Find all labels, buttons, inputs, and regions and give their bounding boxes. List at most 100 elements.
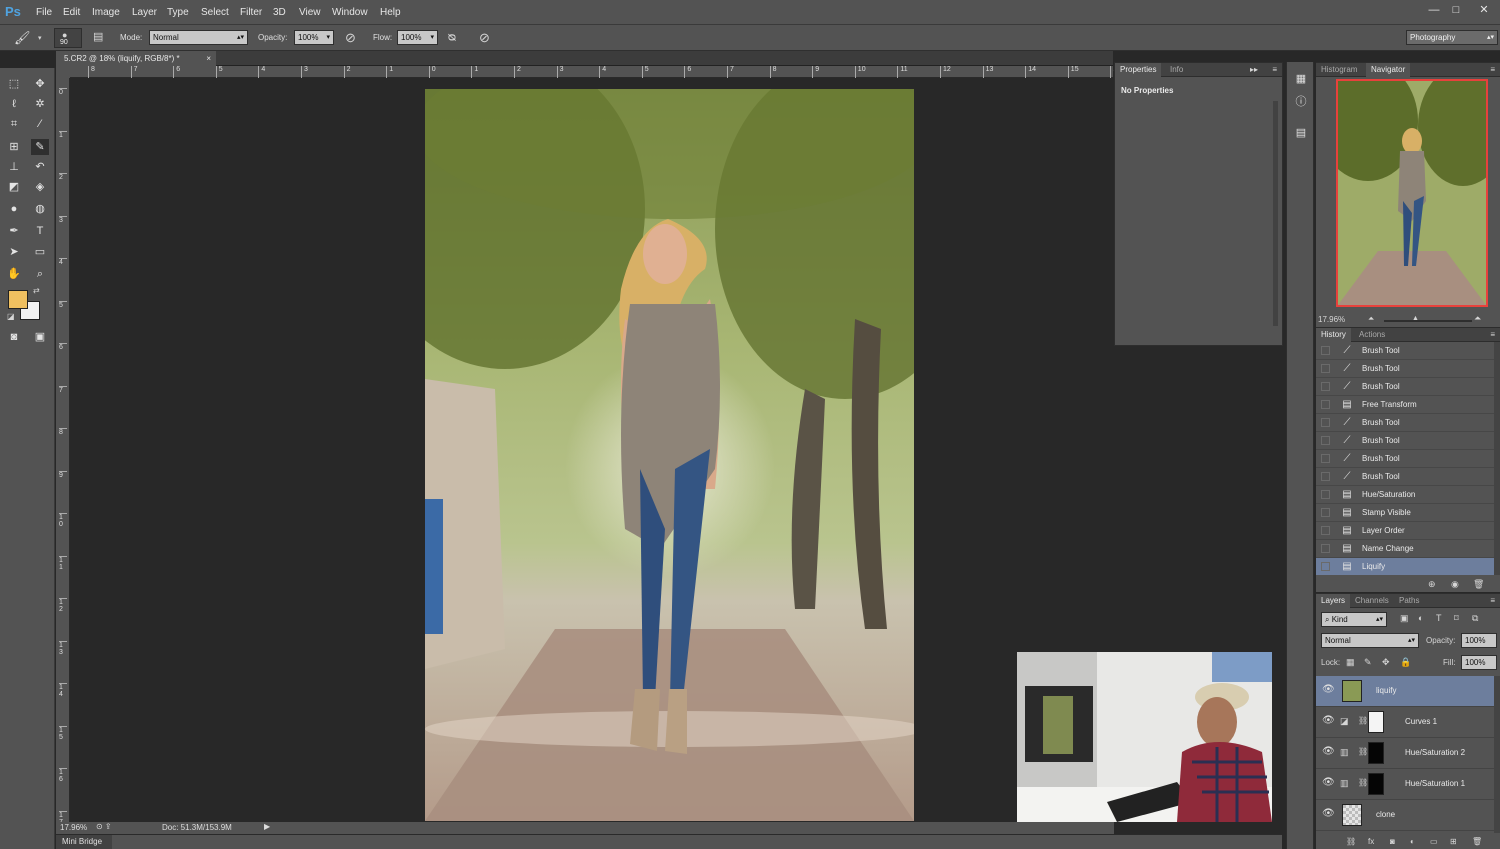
fill-input[interactable]: 100% bbox=[1461, 655, 1497, 670]
link-icon[interactable]: ⛓ bbox=[1358, 747, 1368, 756]
collapse-panel-icon[interactable]: ▸▸ bbox=[1250, 65, 1258, 74]
layer-row-selected[interactable]: 👁 liquify bbox=[1316, 676, 1494, 707]
history-item[interactable]: ⟋ Brush Tool bbox=[1316, 432, 1494, 450]
history-item[interactable]: ⟋ Brush Tool bbox=[1316, 378, 1494, 396]
crop-tool-icon[interactable]: ⌗ bbox=[5, 116, 23, 132]
history-source-checkbox[interactable] bbox=[1321, 418, 1330, 427]
tab-info[interactable]: Info bbox=[1165, 63, 1188, 77]
history-item[interactable]: ▤ Stamp Visible bbox=[1316, 504, 1494, 522]
layer-filter-select[interactable]: ⌕ Kind ▴▾ bbox=[1321, 612, 1387, 627]
horizontal-ruler[interactable]: 87654321012345678910111213141516 bbox=[70, 66, 1121, 78]
mode-select[interactable]: Normal ▴▾ bbox=[149, 30, 248, 45]
magic-wand-tool-icon[interactable]: ✲ bbox=[31, 96, 49, 112]
history-source-checkbox[interactable] bbox=[1321, 346, 1330, 355]
history-source-checkbox[interactable] bbox=[1321, 472, 1330, 481]
history-item[interactable]: ▤ Hue/Saturation bbox=[1316, 486, 1494, 504]
panel-menu-icon[interactable]: ≡ bbox=[1490, 330, 1495, 339]
rectangle-tool-icon[interactable]: ▭ bbox=[31, 244, 49, 260]
zoom-slider[interactable] bbox=[1384, 320, 1472, 322]
menu-help[interactable]: Help bbox=[380, 7, 401, 18]
layer-row[interactable]: 👁 ◪ ⛓ Curves 1 bbox=[1316, 707, 1494, 738]
history-item[interactable]: ▤ Free Transform bbox=[1316, 396, 1494, 414]
vertical-ruler[interactable]: 01234567891 01 11 21 31 41 51 61 7 bbox=[56, 78, 70, 826]
zoom-level[interactable]: 17.96% bbox=[60, 823, 87, 832]
hand-tool-icon[interactable]: ✋ bbox=[5, 266, 23, 282]
history-item[interactable]: ⟋ Brush Tool bbox=[1316, 468, 1494, 486]
history-brush-tool-icon[interactable]: ↶ bbox=[31, 159, 49, 175]
zoom-tool-icon[interactable]: ⌕ bbox=[31, 266, 49, 282]
history-scrollbar[interactable] bbox=[1494, 342, 1500, 575]
quick-mask-icon[interactable]: ◙ bbox=[5, 329, 23, 345]
visibility-eye-icon[interactable]: 👁 bbox=[1322, 777, 1335, 788]
tool-preset-arrow-icon[interactable]: ▾ bbox=[38, 34, 42, 42]
status-icons[interactable]: ⊙ ⇪ bbox=[96, 822, 112, 831]
pen-tool-icon[interactable]: ✒ bbox=[5, 223, 23, 239]
history-item[interactable]: ⟋ Brush Tool bbox=[1316, 450, 1494, 468]
menu-view[interactable]: View bbox=[299, 7, 321, 18]
history-source-checkbox[interactable] bbox=[1321, 436, 1330, 445]
history-source-checkbox[interactable] bbox=[1321, 454, 1330, 463]
history-item-selected[interactable]: ▤ Liquify bbox=[1316, 558, 1494, 575]
layer-row[interactable]: 👁 ▥ ⛓ Hue/Saturation 2 bbox=[1316, 738, 1494, 769]
tab-layers[interactable]: Layers bbox=[1316, 594, 1351, 608]
layer-opacity-input[interactable]: 100% bbox=[1461, 633, 1497, 648]
tab-paths[interactable]: Paths bbox=[1394, 594, 1424, 608]
layer-comps-icon[interactable]: ▤ bbox=[1294, 126, 1308, 140]
tab-channels[interactable]: Channels bbox=[1350, 594, 1394, 608]
zoom-out-icon[interactable]: ⏶ bbox=[1368, 314, 1374, 324]
foreground-color-swatch[interactable] bbox=[8, 290, 28, 309]
new-adjustment-layer-icon[interactable]: ◐ bbox=[1410, 837, 1415, 846]
brush-preset-picker[interactable]: ● 90 bbox=[54, 28, 82, 48]
link-icon[interactable]: ⛓ bbox=[1358, 778, 1368, 787]
tab-histogram[interactable]: Histogram bbox=[1316, 63, 1362, 77]
link-icon[interactable]: ⛓ bbox=[1358, 716, 1368, 725]
menu-filter[interactable]: Filter bbox=[240, 7, 262, 18]
navigator-zoom-value[interactable]: 17.96% bbox=[1318, 315, 1345, 324]
history-source-checkbox[interactable] bbox=[1321, 544, 1330, 553]
layer-mask-thumbnail[interactable] bbox=[1368, 773, 1384, 795]
history-item[interactable]: ▤ Name Change bbox=[1316, 540, 1494, 558]
type-tool-icon[interactable]: T bbox=[31, 223, 49, 239]
history-item[interactable]: ⟋ Brush Tool bbox=[1316, 414, 1494, 432]
layer-name[interactable]: Hue/Saturation 2 bbox=[1405, 748, 1465, 757]
blend-mode-select[interactable]: Normal ▴▾ bbox=[1321, 633, 1419, 648]
lock-all-icon[interactable]: 🔒 bbox=[1400, 657, 1411, 668]
history-source-checkbox[interactable] bbox=[1321, 562, 1330, 571]
menu-edit[interactable]: Edit bbox=[63, 7, 80, 18]
menu-window[interactable]: Window bbox=[332, 7, 368, 18]
filter-adjustment-icon[interactable]: ◐ bbox=[1418, 613, 1423, 623]
screen-mode-icon[interactable]: ▣ bbox=[31, 329, 49, 345]
menu-image[interactable]: Image bbox=[92, 7, 120, 18]
filter-type-icon[interactable]: T bbox=[1436, 613, 1442, 623]
panel-menu-icon[interactable]: ≡ bbox=[1490, 596, 1495, 605]
info-panel-icon[interactable]: ⓘ bbox=[1294, 95, 1308, 109]
opacity-input[interactable]: 100% ▾ bbox=[294, 30, 334, 45]
menu-type[interactable]: Type bbox=[167, 7, 189, 18]
layer-name[interactable]: clone bbox=[1376, 810, 1395, 819]
properties-scrollbar[interactable] bbox=[1273, 101, 1278, 326]
navigator-thumbnail[interactable] bbox=[1336, 79, 1488, 307]
new-document-from-state-icon[interactable]: ⊕ bbox=[1428, 579, 1436, 590]
move-tool-icon[interactable]: ✥ bbox=[31, 76, 49, 92]
menu-3d[interactable]: 3D bbox=[273, 7, 286, 18]
panel-menu-icon[interactable]: ≡ bbox=[1272, 65, 1277, 74]
brush-panel-toggle-icon[interactable]: ▤ bbox=[93, 30, 103, 43]
panel-menu-icon[interactable]: ≡ bbox=[1490, 65, 1495, 74]
layer-mask-thumbnail[interactable] bbox=[1368, 742, 1384, 764]
lock-position-icon[interactable]: ✥ bbox=[1382, 657, 1390, 668]
lasso-tool-icon[interactable]: ℓ bbox=[5, 96, 23, 112]
layer-name[interactable]: liquify bbox=[1376, 686, 1396, 695]
lock-transparency-icon[interactable]: ▦ bbox=[1346, 657, 1355, 668]
history-source-checkbox[interactable] bbox=[1321, 364, 1330, 373]
tab-actions[interactable]: Actions bbox=[1354, 328, 1390, 342]
layer-name[interactable]: Curves 1 bbox=[1405, 717, 1437, 726]
history-source-checkbox[interactable] bbox=[1321, 526, 1330, 535]
layer-row[interactable]: 👁 clone bbox=[1316, 800, 1494, 831]
new-layer-icon[interactable]: ⊞ bbox=[1450, 837, 1457, 846]
workspace-switcher[interactable]: Photography ▴▾ bbox=[1406, 30, 1498, 45]
layer-style-fx-icon[interactable]: fx bbox=[1368, 837, 1374, 846]
history-source-checkbox[interactable] bbox=[1321, 400, 1330, 409]
lock-pixels-icon[interactable]: ✎ bbox=[1364, 657, 1372, 668]
visibility-eye-icon[interactable]: 👁 bbox=[1322, 684, 1335, 695]
pressure-size-icon[interactable]: ⊘ bbox=[479, 30, 490, 46]
